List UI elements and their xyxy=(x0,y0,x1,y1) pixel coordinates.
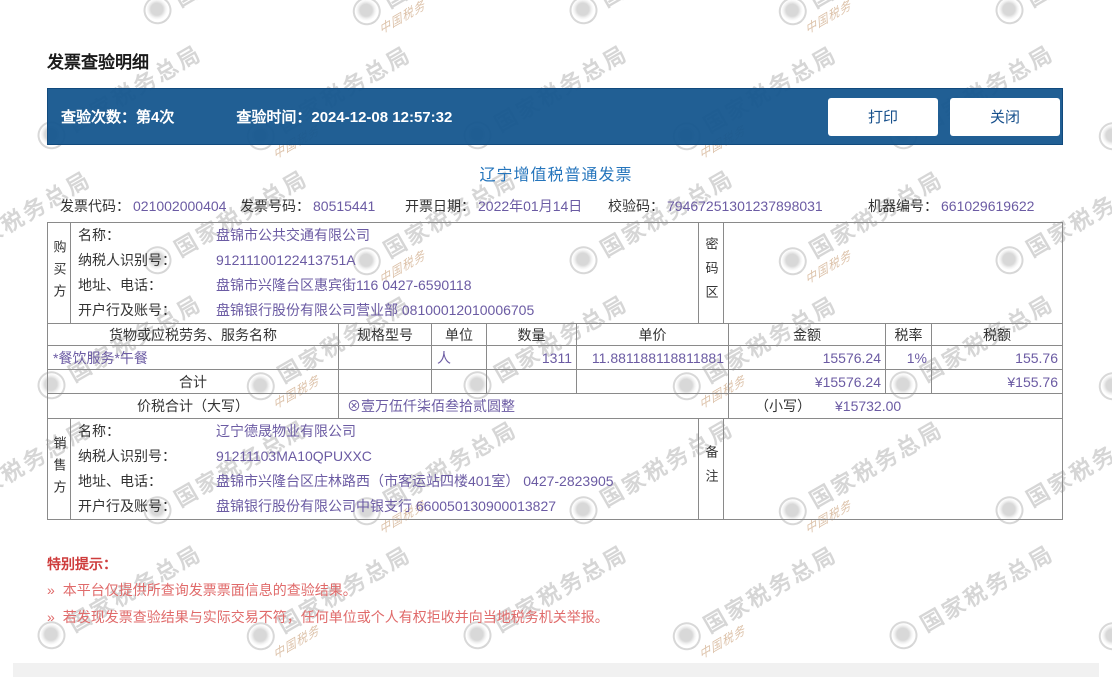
col-header-name: 货物或应税劳务、服务名称 xyxy=(109,327,277,343)
seller-name-row: 名称： 辽宁德晟物业有限公司 xyxy=(78,423,356,439)
total-label: 合计 xyxy=(179,374,207,390)
item-price: 11.881188118811881 xyxy=(576,346,728,369)
bar-actions: 打印 关闭 xyxy=(828,97,1062,136)
seller-address-row: 地址、电话： 盘锦市兴隆台区庄林路西（市客运站四楼401室） 0427-28239… xyxy=(78,473,614,489)
tax-total-small-value: ¥15732.00 xyxy=(835,398,902,414)
notice-bullet-icon: » xyxy=(47,582,55,598)
total-rate-empty xyxy=(885,370,931,393)
col-header-spec: 规格型号 xyxy=(338,324,431,345)
item-tax: 155.76 xyxy=(931,346,1062,369)
print-button[interactable]: 打印 xyxy=(828,97,938,136)
tax-total-small: （小写） ¥15732.00 xyxy=(728,394,1062,418)
tax-total-words: ⊗壹万伍仟柒佰叁拾贰圆整 xyxy=(338,394,728,418)
seller-bank-row: 开户行及账号： 盘锦银行股份有限公司中银支行 660050130900013827 xyxy=(78,498,557,514)
items-header-row: 货物或应税劳务、服务名称 规格型号 单位 数量 单价 金额 税率 税额 xyxy=(48,323,1062,345)
invoice-date: 开票日期： 2022年01月14日 xyxy=(405,198,583,214)
page-title: 发票查验明细 xyxy=(47,53,149,72)
item-amount: 15576.24 xyxy=(728,346,885,369)
password-area-label: 密码区 xyxy=(698,223,724,323)
invoice-code: 发票代码： 021002000404 xyxy=(60,198,227,214)
verification-bar: 查验次数：第4次 查验时间：2024-12-08 12:57:32 打印 关闭 xyxy=(47,88,1063,145)
col-header-tax: 税额 xyxy=(931,324,1062,345)
notice-bullet-icon: » xyxy=(47,609,55,625)
item-rate: 1% xyxy=(885,346,931,369)
close-button[interactable]: 关闭 xyxy=(950,97,1060,136)
remark-area xyxy=(724,419,1062,519)
buyer-name-row: 名称： 盘锦市公共交通有限公司 xyxy=(78,227,370,243)
col-header-amount: 金额 xyxy=(728,324,885,345)
buyer-address-row: 地址、电话： 盘锦市兴隆台区惠宾街116 0427-6590118 xyxy=(78,277,472,293)
seller-taxid-row: 纳税人识别号： 91211103MA10QPUXXC xyxy=(78,448,372,464)
check-count-label: 查验次数： xyxy=(61,109,137,126)
total-amount: ¥15576.24 xyxy=(728,370,885,393)
col-header-rate: 税率 xyxy=(885,324,931,345)
notice-item: » 若发现发票查验结果与实际交易不符，任何单位或个人有权拒收并向当地税务机关举报。 xyxy=(47,609,609,625)
invoice-table: 购买方 名称： 盘锦市公共交通有限公司 纳税人识别号： 91211100122413… xyxy=(47,222,1063,520)
buyer-taxid-row: 纳税人识别号： 91211100122413751A xyxy=(78,252,356,268)
buyer-bank-row: 开户行及账号： 盘锦银行股份有限公司营业部 08100012010006705 xyxy=(78,302,535,318)
tax-total-row: 价税合计（大写） ⊗壹万伍仟柒佰叁拾贰圆整 （小写） ¥15732.00 xyxy=(48,393,1062,418)
main-content: 发票查验明细 查验次数：第4次 查验时间：2024-12-08 12:57:32… xyxy=(0,0,1112,677)
col-header-price: 单价 xyxy=(576,324,728,345)
buyer-side-label: 购买方 xyxy=(48,223,71,323)
check-time-label: 查验时间： xyxy=(236,109,312,126)
tax-total-label: 价税合计（大写） xyxy=(137,398,249,414)
invoice-number: 发票号码： 80515441 xyxy=(240,198,376,214)
notice-title: 特别提示： xyxy=(47,556,117,572)
item-spec xyxy=(338,346,431,369)
tax-total-small-label: （小写） xyxy=(755,398,811,414)
col-header-unit: 单位 xyxy=(431,324,486,345)
password-area xyxy=(724,223,1062,323)
item-name: *餐饮服务*午餐 xyxy=(53,350,148,366)
invoice-title: 辽宁增值税普通发票 xyxy=(479,167,633,184)
horizontal-scrollbar[interactable] xyxy=(13,663,1099,677)
check-count-value: 第4次 xyxy=(136,109,175,126)
total-row: 合计 ¥15576.24 ¥155.76 xyxy=(48,369,1062,393)
invoice-meta-row: 发票代码： 021002000404 发票号码： 80515441 开票日期： 202… xyxy=(0,196,1112,216)
total-tax: ¥155.76 xyxy=(931,370,1062,393)
check-count: 查验次数：第4次 xyxy=(61,106,174,127)
invoice-verification-page: 国家税务总局中国税务国家税务总局国家税务总局中国税务国家税务总局国家税务总局中国… xyxy=(0,0,1112,677)
check-code: 校验码： 79467251301237898031 xyxy=(608,198,823,214)
item-qty: 1311 xyxy=(486,346,576,369)
total-price-empty xyxy=(576,370,728,393)
seller-section: 销售方 名称： 辽宁德晟物业有限公司 纳税人识别号： 91211103MA10QPU… xyxy=(48,418,1062,519)
seller-side-label: 销售方 xyxy=(48,419,71,519)
total-unit-empty xyxy=(431,370,486,393)
total-qty-empty xyxy=(486,370,576,393)
buyer-fields: 名称： 盘锦市公共交通有限公司 纳税人识别号： 91211100122413751A… xyxy=(71,223,698,323)
check-time: 查验时间：2024-12-08 12:57:32 xyxy=(236,106,452,127)
check-time-value: 2024-12-08 12:57:32 xyxy=(311,109,453,126)
total-spec-empty xyxy=(338,370,431,393)
item-unit: 人 xyxy=(431,346,486,369)
item-row: *餐饮服务*午餐 人 1311 11.881188118811881 15576… xyxy=(48,345,1062,369)
buyer-section: 购买方 名称： 盘锦市公共交通有限公司 纳税人识别号： 91211100122413… xyxy=(48,223,1062,323)
remark-label: 备注 xyxy=(698,419,724,519)
col-header-qty: 数量 xyxy=(486,324,576,345)
notice-item: » 本平台仅提供所查询发票票面信息的查验结果。 xyxy=(47,582,357,598)
machine-number: 机器编号： 661029619622 xyxy=(868,198,1035,214)
seller-fields: 名称： 辽宁德晟物业有限公司 纳税人识别号： 91211103MA10QPUXXC … xyxy=(71,419,698,519)
